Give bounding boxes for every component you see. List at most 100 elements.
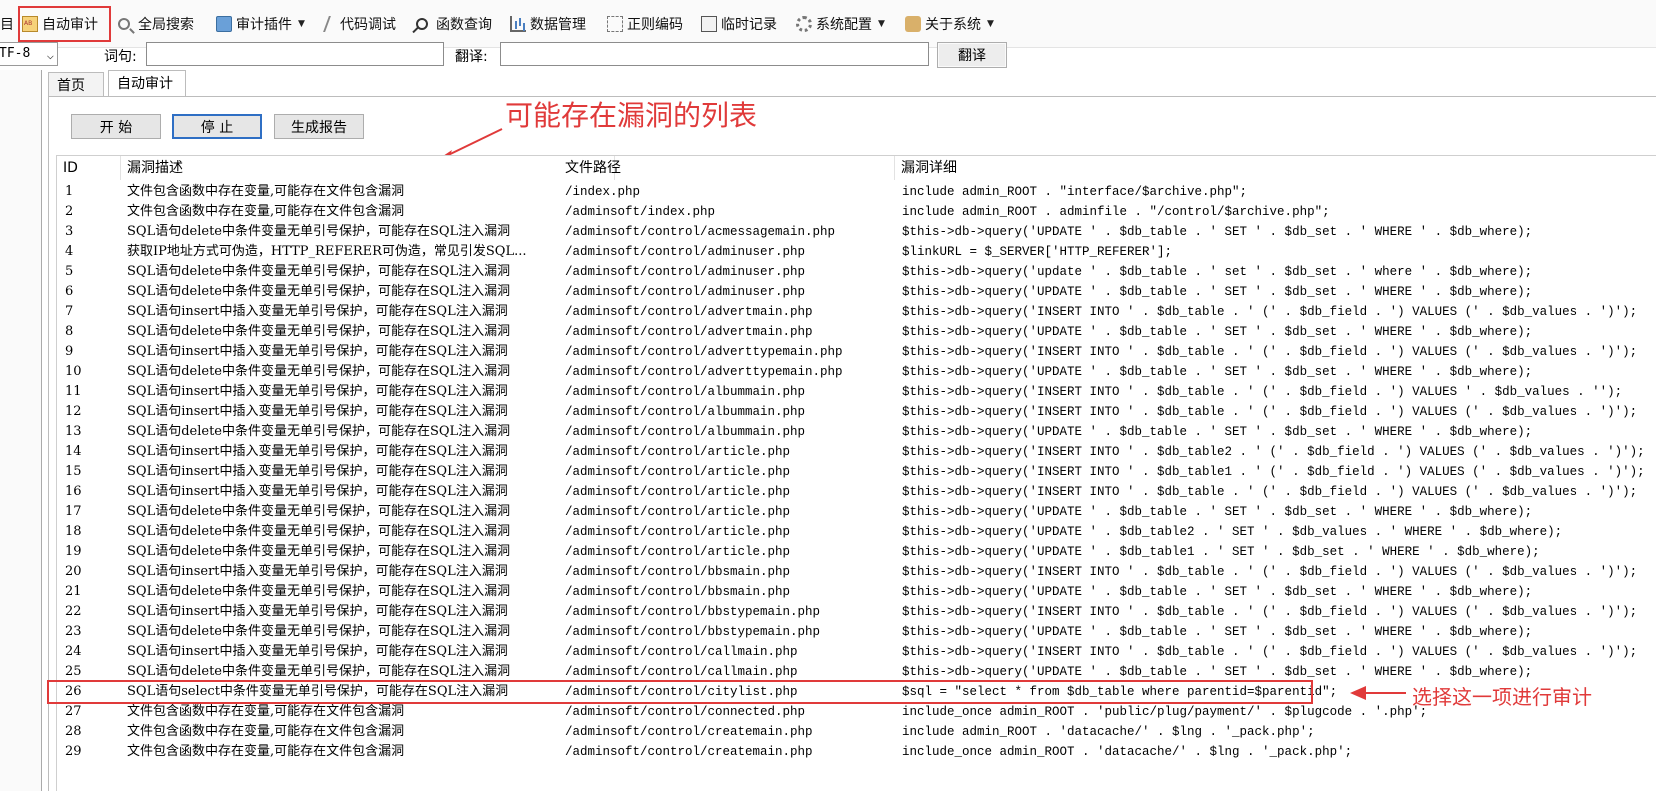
cell-desc: SQL语句insert中插入变量无单引号保护，可能存在SQL注入漏洞 (127, 604, 508, 619)
cell-path: /adminsoft/control/article.php (565, 525, 791, 539)
table-row[interactable]: 18 SQL语句delete中条件变量无单引号保护，可能存在SQL注入漏洞/adm… (57, 522, 1656, 542)
cell-path: /adminsoft/control/article.php (565, 545, 791, 559)
table-row[interactable]: 22 SQL语句insert中插入变量无单引号保护，可能存在SQL注入漏洞/adm… (57, 602, 1656, 622)
table-row[interactable]: 1 文件包含函数中存在变量,可能存在文件包含漏洞/index.php include… (57, 182, 1656, 202)
translate-label: 翻译: (455, 49, 488, 65)
cell-detail: $this->db->query('UPDATE ' . $db_table .… (902, 365, 1533, 379)
toolbar-label: 正则编码 (627, 17, 683, 33)
cell-id: 2 (65, 204, 74, 219)
cell-id: 5 (65, 264, 74, 279)
toolbar-code-debug-button[interactable]: 代码调试 (322, 12, 396, 36)
magnifier-icon (416, 18, 428, 30)
cell-detail: include admin_ROOT . adminfile . "/contr… (902, 205, 1330, 219)
cell-id: 18 (65, 524, 82, 539)
table-row[interactable]: 15 SQL语句insert中插入变量无单引号保护，可能存在SQL注入漏洞/adm… (57, 462, 1656, 482)
table-row[interactable]: 14 SQL语句insert中插入变量无单引号保护，可能存在SQL注入漏洞/adm… (57, 442, 1656, 462)
table-row[interactable]: 28 文件包含函数中存在变量,可能存在文件包含漏洞/adminsoft/contr… (57, 722, 1656, 742)
table-row[interactable]: 16 SQL语句insert中插入变量无单引号保护，可能存在SQL注入漏洞/adm… (57, 482, 1656, 502)
cell-path: /adminsoft/control/bbsmain.php (565, 585, 791, 599)
table-row[interactable]: 21 SQL语句delete中条件变量无单引号保护，可能存在SQL注入漏洞/adm… (57, 582, 1656, 602)
toolbar-data-manage-button[interactable]: 数据管理 (510, 12, 586, 36)
tab-home[interactable]: 首页 (48, 72, 104, 96)
cell-desc: 文件包含函数中存在变量,可能存在文件包含漏洞 (127, 204, 405, 219)
table-row[interactable]: 9 SQL语句insert中插入变量无单引号保护，可能存在SQL注入漏洞/admi… (57, 342, 1656, 362)
table-row[interactable]: 25 SQL语句delete中条件变量无单引号保护，可能存在SQL注入漏洞/adm… (57, 662, 1656, 682)
plugin-icon (216, 16, 232, 32)
translate-button[interactable]: 翻译 (937, 42, 1007, 68)
column-header-id[interactable]: ID (57, 156, 121, 180)
table-row[interactable]: 6 SQL语句delete中条件变量无单引号保护，可能存在SQL注入漏洞/admi… (57, 282, 1656, 302)
cell-desc: 获取IP地址方式可伪造，HTTP_REFERER可伪造，常见引发SQL... (127, 244, 527, 259)
table-row[interactable]: 7 SQL语句insert中插入变量无单引号保护，可能存在SQL注入漏洞/admi… (57, 302, 1656, 322)
cell-desc: SQL语句insert中插入变量无单引号保护，可能存在SQL注入漏洞 (127, 344, 508, 359)
cell-path: /adminsoft/control/createmain.php (565, 725, 813, 739)
table-row[interactable]: 23 SQL语句delete中条件变量无单引号保护，可能存在SQL注入漏洞/adm… (57, 622, 1656, 642)
cell-desc: SQL语句delete中条件变量无单引号保护，可能存在SQL注入漏洞 (127, 504, 511, 519)
cell-path: /adminsoft/control/bbsmain.php (565, 565, 791, 579)
tab-auto-audit[interactable]: 自动审计 (108, 70, 186, 97)
cell-desc: SQL语句delete中条件变量无单引号保护，可能存在SQL注入漏洞 (127, 664, 511, 679)
cell-detail: $this->db->query('INSERT INTO ' . $db_ta… (902, 565, 1638, 579)
toolbar-label: 临时记录 (721, 17, 777, 33)
word-input[interactable] (146, 42, 444, 66)
cell-detail: $this->db->query('UPDATE ' . $db_table .… (902, 585, 1533, 599)
cell-desc: SQL语句insert中插入变量无单引号保护，可能存在SQL注入漏洞 (127, 564, 508, 579)
cell-path: /adminsoft/control/callmain.php (565, 645, 798, 659)
table-row[interactable]: 12 SQL语句insert中插入变量无单引号保护，可能存在SQL注入漏洞/adm… (57, 402, 1656, 422)
table-row[interactable]: 2 文件包含函数中存在变量,可能存在文件包含漏洞/adminsoft/index.… (57, 202, 1656, 222)
table-row[interactable]: 13 SQL语句delete中条件变量无单引号保护，可能存在SQL注入漏洞/adm… (57, 422, 1656, 442)
start-button[interactable]: 开 始 (71, 114, 161, 139)
stop-button[interactable]: 停 止 (172, 114, 262, 139)
cell-detail: $this->db->query('UPDATE ' . $db_table .… (902, 225, 1533, 239)
table-row[interactable]: 19 SQL语句delete中条件变量无单引号保护，可能存在SQL注入漏洞/adm… (57, 542, 1656, 562)
toolbar-audit-plugin-button[interactable]: 审计插件 ▼ (216, 12, 305, 36)
cell-id: 8 (65, 324, 74, 339)
table-row[interactable]: 10 SQL语句delete中条件变量无单引号保护，可能存在SQL注入漏洞/adm… (57, 362, 1656, 382)
table-row[interactable]: 17 SQL语句delete中条件变量无单引号保护，可能存在SQL注入漏洞/adm… (57, 502, 1656, 522)
cell-path: /adminsoft/control/callmain.php (565, 665, 798, 679)
cell-path: /adminsoft/control/adminuser.php (565, 265, 806, 279)
toolbar-function-query-button[interactable]: 函数查询 (416, 12, 492, 36)
toolbar-item-partial[interactable]: 目 (0, 12, 14, 36)
toolbar-about-button[interactable]: 关于系统 ▼ (905, 12, 994, 36)
cell-desc: SQL语句insert中插入变量无单引号保护，可能存在SQL注入漏洞 (127, 444, 508, 459)
cell-id: 13 (65, 424, 82, 439)
cell-id: 7 (65, 304, 74, 319)
dropdown-arrow-icon: ▼ (298, 19, 305, 29)
toolbar-temp-notes-button[interactable]: 临时记录 (701, 12, 777, 36)
cell-path: /adminsoft/control/article.php (565, 445, 791, 459)
column-header-path[interactable]: 文件路径 (559, 156, 895, 180)
debug-icon (323, 16, 339, 32)
table-row[interactable]: 4 获取IP地址方式可伪造，HTTP_REFERER可伪造，常见引发SQL... /… (57, 242, 1656, 262)
cell-desc: SQL语句insert中插入变量无单引号保护，可能存在SQL注入漏洞 (127, 464, 508, 479)
cell-id: 4 (65, 244, 74, 259)
toolbar-regex-encode-button[interactable]: 正则编码 (607, 12, 683, 36)
table-row[interactable]: 29 文件包含函数中存在变量,可能存在文件包含漏洞/adminsoft/contr… (57, 742, 1656, 762)
toolbar-label: 函数查询 (436, 17, 492, 33)
highlight-box-selected-row (47, 680, 1313, 704)
table-row[interactable]: 11 SQL语句insert中插入变量无单引号保护，可能存在SQL注入漏洞/adm… (57, 382, 1656, 402)
cell-desc: SQL语句delete中条件变量无单引号保护，可能存在SQL注入漏洞 (127, 264, 511, 279)
table-row[interactable]: 24 SQL语句insert中插入变量无单引号保护，可能存在SQL注入漏洞/adm… (57, 642, 1656, 662)
encoding-select[interactable]: TF-8 ⌵ (0, 42, 58, 66)
cell-desc: 文件包含函数中存在变量,可能存在文件包含漏洞 (127, 704, 405, 719)
toolbar-system-config-button[interactable]: 系统配置 ▼ (796, 12, 885, 36)
toolbar-label: 审计插件 (236, 17, 292, 33)
regex-icon (607, 16, 623, 32)
chart-icon (510, 16, 526, 32)
cell-path: /adminsoft/control/article.php (565, 485, 791, 499)
cell-detail: $this->db->query('UPDATE ' . $db_table2 … (902, 525, 1563, 539)
toolbar-global-search-button[interactable]: 全局搜索 (118, 12, 194, 36)
column-header-desc[interactable]: 漏洞描述 (121, 156, 615, 180)
column-header-detail[interactable]: 漏洞详细 (895, 156, 1655, 180)
cell-detail: $this->db->query('UPDATE ' . $db_table1 … (902, 545, 1540, 559)
table-row[interactable]: 3 SQL语句delete中条件变量无单引号保护，可能存在SQL注入漏洞/admi… (57, 222, 1656, 242)
cell-path: /adminsoft/control/article.php (565, 505, 791, 519)
translate-input[interactable] (500, 42, 929, 66)
table-row[interactable]: 20 SQL语句insert中插入变量无单引号保护，可能存在SQL注入漏洞/adm… (57, 562, 1656, 582)
cell-detail: $this->db->query('UPDATE ' . $db_table .… (902, 285, 1533, 299)
generate-report-button[interactable]: 生成报告 (274, 114, 364, 139)
table-row[interactable]: 5 SQL语句delete中条件变量无单引号保护，可能存在SQL注入漏洞/admi… (57, 262, 1656, 282)
cell-desc: SQL语句delete中条件变量无单引号保护，可能存在SQL注入漏洞 (127, 544, 511, 559)
table-row[interactable]: 8 SQL语句delete中条件变量无单引号保护，可能存在SQL注入漏洞/admi… (57, 322, 1656, 342)
